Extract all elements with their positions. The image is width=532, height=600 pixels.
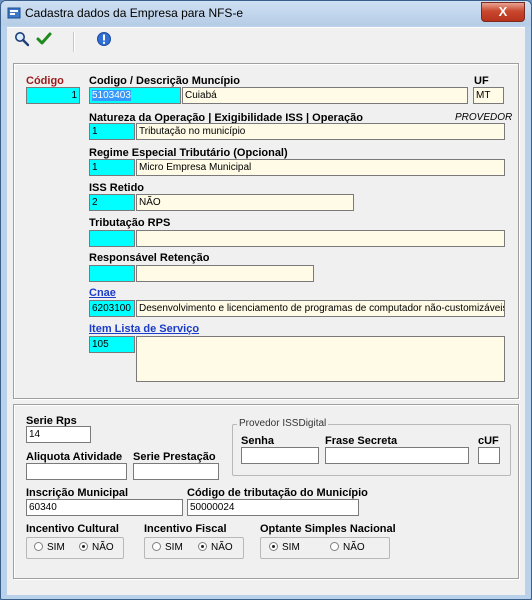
incentivo-fiscal-group: SIM NÃO <box>144 537 244 559</box>
tributacao-rps-code-field[interactable] <box>89 230 135 247</box>
iss-retido-label: ISS Retido <box>89 182 145 194</box>
tributacao-rps-label: Tributação RPS <box>89 217 171 229</box>
optante-simples-sim-radio[interactable]: SIM <box>269 542 300 553</box>
regime-code-field[interactable]: 1 <box>89 159 135 176</box>
responsavel-desc-field[interactable] <box>136 265 314 282</box>
cuf-field[interactable] <box>478 447 500 464</box>
app-icon <box>7 7 21 19</box>
responsavel-code-field[interactable] <box>89 265 135 282</box>
aliquota-label: Aliquota Atividade <box>26 451 123 463</box>
serie-prestacao-field[interactable] <box>133 463 219 480</box>
inscricao-field[interactable]: 60340 <box>26 499 183 516</box>
incentivo-fiscal-sim-radio[interactable]: SIM <box>152 542 183 553</box>
close-button[interactable]: X <box>481 2 525 22</box>
cnae-code-field[interactable]: 6203100 <box>89 300 135 317</box>
frase-secreta-label: Frase Secreta <box>325 435 398 447</box>
cuf-label: cUF <box>478 435 499 447</box>
optante-simples-group: SIM NÃO <box>260 537 390 559</box>
confirm-button[interactable] <box>33 31 55 53</box>
toolbar-separator <box>73 32 75 52</box>
tributacao-rps-desc-field[interactable] <box>136 230 505 247</box>
item-lista-link[interactable]: Item Lista de Serviço <box>89 323 199 335</box>
aliquota-field[interactable] <box>26 463 127 480</box>
uf-label: UF <box>474 75 489 87</box>
incentivo-cultural-group: SIM NÃO <box>26 537 124 559</box>
regime-desc-field[interactable]: Micro Empresa Municipal <box>136 159 505 176</box>
serie-rps-field[interactable]: 14 <box>26 426 91 443</box>
incentivo-cultural-label: Incentivo Cultural <box>26 523 119 535</box>
cnae-link[interactable]: Cnae <box>89 287 116 299</box>
cnae-desc-field[interactable]: Desenvolvimento e licenciamento de progr… <box>136 300 505 317</box>
search-button[interactable] <box>11 31 33 53</box>
optante-simples-nao-radio[interactable]: NÃO <box>330 542 365 553</box>
cod-tributacao-field[interactable]: 50000024 <box>187 499 359 516</box>
main-window: Cadastra dados da Empresa para NFS-e X C… <box>0 0 532 600</box>
info-button[interactable] <box>93 31 115 53</box>
info-icon <box>97 32 111 46</box>
senha-field[interactable] <box>241 447 319 464</box>
codigo-field[interactable]: 1 <box>26 87 80 104</box>
search-icon <box>15 32 30 47</box>
incentivo-cultural-sim-radio[interactable]: SIM <box>34 542 65 553</box>
incentivo-fiscal-label: Incentivo Fiscal <box>144 523 227 535</box>
responsavel-label: Responsável Retenção <box>89 252 210 264</box>
toolbar <box>7 27 525 57</box>
checkmark-icon <box>36 32 52 45</box>
inscricao-label: Inscrição Municipal <box>26 487 129 499</box>
bottom-panel: Serie Rps 14 Aliquota Atividade Serie Pr… <box>13 404 519 579</box>
incentivo-fiscal-nao-radio[interactable]: NÃO <box>198 542 233 553</box>
serie-prestacao-label: Serie Prestação <box>133 451 216 463</box>
regime-label: Regime Especial Tributário (Opcional) <box>89 147 288 159</box>
window-title: Cadastra dados da Empresa para NFS-e <box>25 6 244 20</box>
municipio-name-field[interactable]: Cuiabá <box>182 87 468 104</box>
item-lista-desc-field[interactable] <box>136 336 505 382</box>
municipio-label: Codigo / Descrição Muncípio <box>89 75 240 87</box>
provedor-group-title: Provedor ISSDigital <box>237 418 329 429</box>
codigo-label: Código <box>26 75 64 87</box>
frase-secreta-field[interactable] <box>325 447 469 464</box>
municipio-code-field[interactable]: 5103403 <box>89 87 181 104</box>
provedor-group: Provedor ISSDigital Senha Frase Secreta … <box>232 418 511 476</box>
main-panel: Código 1 Codigo / Descrição Muncípio 510… <box>13 63 519 399</box>
natureza-desc-field[interactable]: Tributação no município <box>136 123 505 140</box>
optante-simples-label: Optante Simples Nacional <box>260 523 396 535</box>
cod-tributacao-label: Código de tributação do Município <box>187 487 368 499</box>
iss-retido-code-field[interactable]: 2 <box>89 194 135 211</box>
form-area: Código 1 Codigo / Descrição Muncípio 510… <box>7 56 525 595</box>
provedor-note: PROVEDOR <box>455 112 513 123</box>
item-lista-code-field[interactable]: 105 <box>89 336 135 353</box>
title-bar[interactable]: Cadastra dados da Empresa para NFS-e X <box>1 1 531 25</box>
uf-field[interactable]: MT <box>473 87 504 104</box>
natureza-code-field[interactable]: 1 <box>89 123 135 140</box>
senha-label: Senha <box>241 435 275 447</box>
iss-retido-desc-field[interactable]: NÃO <box>136 194 354 211</box>
incentivo-cultural-nao-radio[interactable]: NÃO <box>79 542 114 553</box>
